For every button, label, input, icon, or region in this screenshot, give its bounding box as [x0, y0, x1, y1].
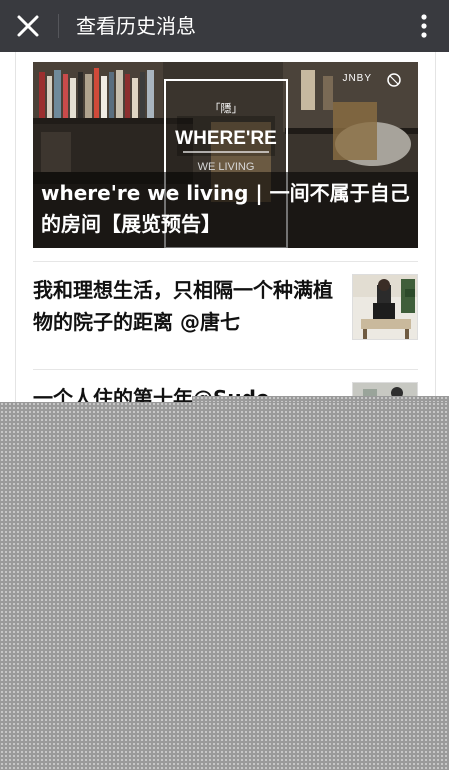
more-options-button[interactable] — [417, 12, 431, 40]
topbar-divider — [58, 14, 59, 38]
poster-title: WHERE'RE — [175, 128, 277, 149]
close-icon — [17, 15, 39, 37]
top-navigation-bar: 查看历史消息 — [0, 0, 449, 52]
article-item[interactable]: 我和理想生活，只相隔一个种满植物的院子的距离 @唐七 — [33, 261, 418, 370]
page-title: 查看历史消息 — [76, 14, 196, 38]
brand-logo: JNBY — [342, 73, 372, 84]
obscured-region — [0, 402, 449, 770]
featured-article-title: where're we living | 一间不属于自己的房间【展览预告】 — [33, 172, 418, 248]
more-vertical-icon — [421, 14, 427, 38]
article-thumbnail — [352, 274, 418, 340]
article-title: 我和理想生活，只相隔一个种满植物的院子的距离 @唐七 — [33, 278, 333, 334]
featured-article[interactable]: 「隱」 WHERE'RE WE LIVING JNBY where're we … — [33, 62, 418, 248]
close-button[interactable] — [14, 12, 42, 40]
poster-mark: 「隱」 — [210, 101, 243, 115]
